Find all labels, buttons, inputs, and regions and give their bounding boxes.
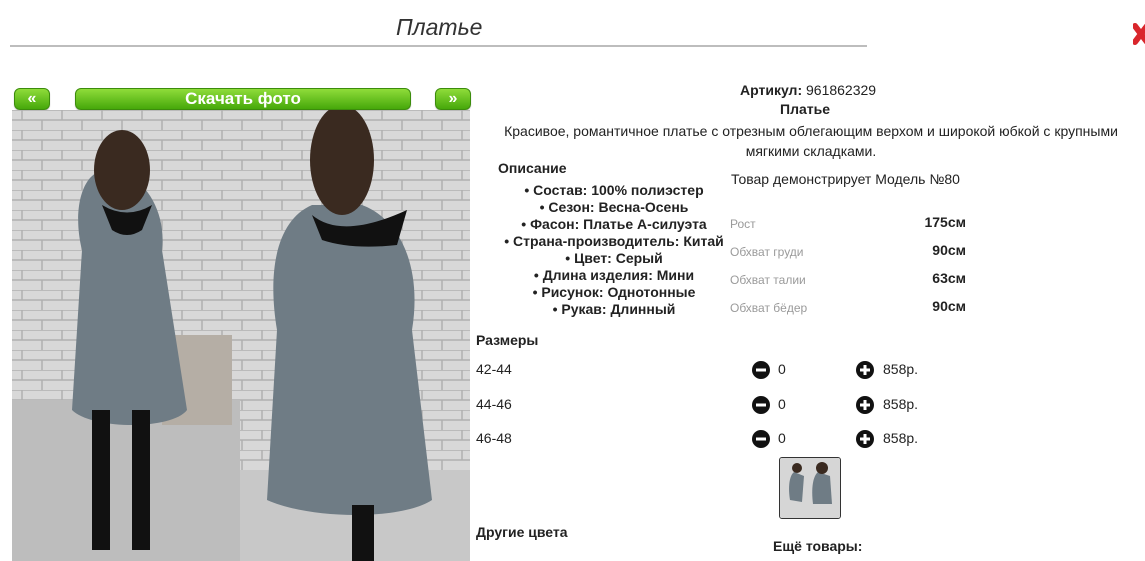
product-description: Красивое, романтичное платье с отрезным …: [504, 123, 1118, 159]
measurement-label: Обхват талии: [730, 273, 806, 287]
article-label: Артикул:: [740, 82, 803, 98]
property-item: Длина изделия: Мини: [496, 267, 732, 284]
property-item: Фасон: Платье А-силуэта: [496, 216, 732, 233]
measurement-row: Рост 175см: [730, 214, 966, 234]
title-divider: [10, 45, 867, 47]
quantity-value: 0: [778, 361, 786, 377]
article-line: Артикул: 961862329: [740, 82, 876, 98]
property-item: Рисунок: Однотонные: [496, 284, 732, 301]
next-photo-button[interactable]: »: [435, 88, 471, 110]
quantity-value: 0: [778, 430, 786, 446]
prev-photo-button[interactable]: «: [14, 88, 50, 110]
color-variant-thumbnail[interactable]: [779, 457, 841, 519]
measurement-row: Обхват талии 63см: [730, 270, 966, 290]
product-photo: [12, 110, 470, 561]
size-label: 46-48: [476, 430, 512, 446]
measurement-label: Обхват груди: [730, 245, 804, 259]
measurement-row: Обхват груди 90см: [730, 242, 966, 262]
size-label: 42-44: [476, 361, 512, 377]
minus-circle-icon[interactable]: [752, 430, 770, 448]
measurement-row: Обхват бёдер 90см: [730, 298, 966, 318]
plus-circle-icon[interactable]: [856, 396, 874, 414]
property-item: Цвет: Серый: [496, 250, 732, 267]
property-list: Состав: 100% полиэстер Сезон: Весна-Осен…: [496, 182, 732, 318]
more-goods-heading: Ещё товары:: [773, 538, 863, 554]
other-colors-heading: Другие цвета: [476, 524, 568, 540]
size-price: 858р.: [883, 361, 919, 377]
measurement-value: 175см: [924, 214, 966, 230]
measurement-label: Рост: [730, 217, 756, 231]
size-row: 44-46 0 858р.: [476, 394, 936, 416]
size-price: 858р.: [883, 430, 919, 446]
plus-circle-icon[interactable]: [856, 361, 874, 379]
size-price: 858р.: [883, 396, 919, 412]
article-value: 961862329: [806, 82, 877, 98]
model-heading: Товар демонстрирует Модель №80: [731, 171, 960, 187]
sizes-heading: Размеры: [476, 332, 539, 348]
plus-circle-icon[interactable]: [856, 430, 874, 448]
property-item: Рукав: Длинный: [496, 301, 732, 318]
measurement-label: Обхват бёдер: [730, 301, 808, 315]
property-item: Страна-производитель: Китай: [496, 233, 732, 250]
measurement-value: 90см: [932, 242, 966, 258]
quantity-value: 0: [778, 396, 786, 412]
page-title: Платье: [396, 14, 483, 40]
property-item: Сезон: Весна-Осень: [496, 199, 732, 216]
size-label: 44-46: [476, 396, 512, 412]
property-item: Состав: 100% полиэстер: [496, 182, 732, 199]
minus-circle-icon[interactable]: [752, 396, 770, 414]
download-photo-button[interactable]: Скачать фото: [75, 88, 411, 110]
close-icon[interactable]: [1133, 22, 1145, 46]
measurement-value: 63см: [932, 270, 966, 286]
description-heading: Описание: [498, 160, 567, 176]
size-row: 46-48 0 858р.: [476, 428, 936, 450]
measurement-value: 90см: [932, 298, 966, 314]
minus-circle-icon[interactable]: [752, 361, 770, 379]
product-name: Платье: [780, 101, 830, 117]
size-row: 42-44 0 858р.: [476, 359, 936, 381]
